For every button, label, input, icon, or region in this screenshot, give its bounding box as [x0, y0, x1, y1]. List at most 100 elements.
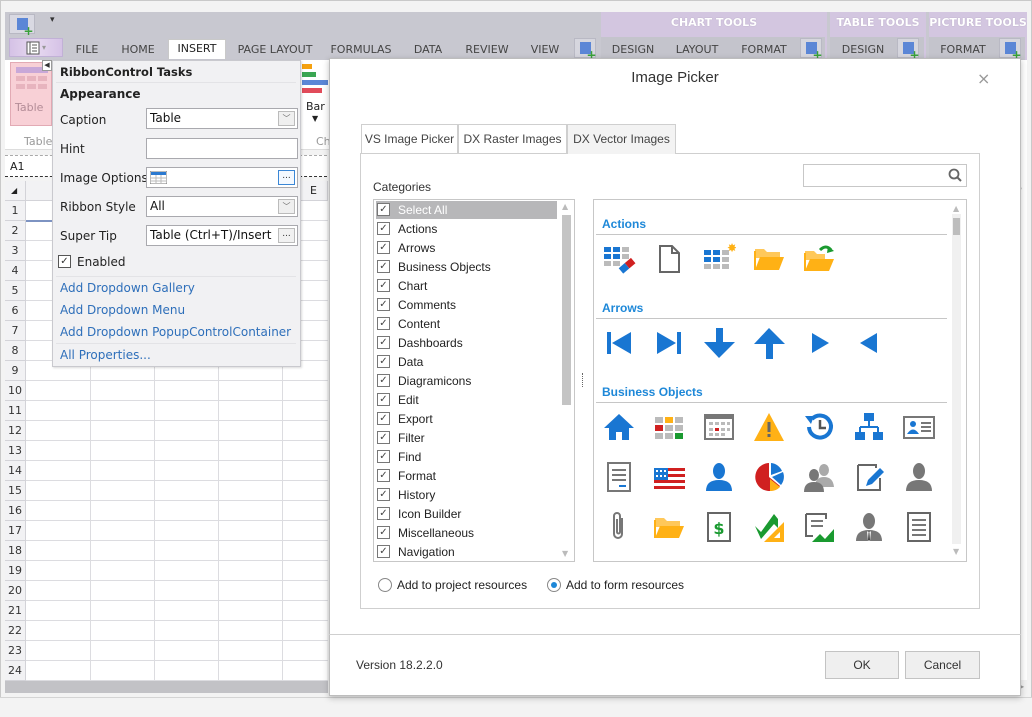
hierarchy-icon[interactable]	[852, 410, 886, 444]
tab-chart-layout[interactable]: LAYOUT	[670, 41, 724, 59]
gallery-scroll-down-arrow[interactable]: ▼	[953, 547, 959, 556]
clear-table-icon[interactable]	[602, 242, 636, 276]
row-header[interactable]: 22	[5, 621, 26, 641]
home-icon[interactable]	[602, 410, 636, 444]
report-chart-icon[interactable]	[802, 510, 836, 544]
category-checkbox[interactable]: ✓	[377, 241, 390, 254]
row-header[interactable]: 2	[5, 221, 26, 241]
user-blue-icon[interactable]	[702, 460, 736, 494]
row-header[interactable]: 9	[5, 361, 26, 381]
contact-card-icon[interactable]	[902, 410, 936, 444]
last-icon[interactable]	[652, 326, 686, 360]
tab-dx-raster-images[interactable]: DX Raster Images	[458, 124, 567, 154]
category-checkbox[interactable]: ✓	[377, 526, 390, 539]
row-header[interactable]: 7	[5, 321, 26, 341]
category-checkbox[interactable]: ✓	[377, 488, 390, 501]
caption-combobox[interactable]: Table ﹀	[146, 108, 298, 129]
add-to-form-resources-label[interactable]: Add to form resources	[566, 578, 684, 592]
row-header[interactable]: 4	[5, 261, 26, 281]
gallery-scrollbar-thumb[interactable]	[953, 218, 960, 235]
collapse-smart-tag-icon[interactable]: ◀	[42, 60, 52, 71]
document-note-icon[interactable]	[602, 460, 636, 494]
sale-chart-icon[interactable]	[752, 510, 786, 544]
calendar-icon[interactable]	[702, 410, 736, 444]
category-checkbox[interactable]: ✓	[377, 393, 390, 406]
tab-page-layout[interactable]: PAGE LAYOUT	[233, 41, 317, 59]
category-item[interactable]: ✓ Format	[376, 467, 557, 485]
tab-chart-design[interactable]: DESIGN	[606, 41, 660, 59]
category-checkbox[interactable]: ✓	[377, 279, 390, 292]
quick-access-add-page-button[interactable]	[9, 14, 35, 36]
category-item[interactable]: ✓ Data	[376, 353, 557, 371]
picture-tools-add-page-button[interactable]	[999, 38, 1022, 60]
super-tip-field[interactable]: Table (Ctrl+T)/Insert...	[146, 225, 298, 246]
cancel-button[interactable]: Cancel	[905, 651, 980, 679]
category-checkbox[interactable]: ✓	[377, 412, 390, 425]
icon-search-input[interactable]	[803, 164, 967, 187]
chevron-down-icon[interactable]: ﹀	[278, 199, 295, 214]
panel-splitter[interactable]	[582, 373, 584, 387]
scroll-down-arrow[interactable]: ▼	[562, 549, 568, 558]
attachment-icon[interactable]	[602, 510, 636, 544]
category-checkbox[interactable]: ✓	[377, 222, 390, 235]
table-tools-add-page-button[interactable]	[897, 38, 920, 60]
application-menu-button[interactable]: ▾	[9, 38, 63, 57]
open-folder-refresh-icon[interactable]	[802, 242, 836, 276]
new-table-icon[interactable]: ✸	[702, 242, 736, 276]
hint-input[interactable]	[146, 138, 298, 159]
category-item[interactable]: ✓ Chart	[376, 277, 557, 295]
category-checkbox[interactable]: ✓	[377, 507, 390, 520]
add-dropdown-gallery-link[interactable]: Add Dropdown Gallery	[60, 281, 195, 295]
tab-picture-format[interactable]: FORMAT	[934, 41, 992, 59]
tab-table-design[interactable]: DESIGN	[836, 41, 890, 59]
bar-chart-button[interactable]: Bar ▼	[300, 62, 330, 126]
close-icon[interactable]: ×	[977, 69, 990, 88]
category-item[interactable]: ✓ Comments	[376, 296, 557, 314]
row-header[interactable]: 10	[5, 381, 26, 401]
open-folder-icon[interactable]	[752, 242, 786, 276]
user-gray-icon[interactable]	[902, 460, 936, 494]
category-checkbox[interactable]: ✓	[377, 545, 390, 558]
row-header[interactable]: 12	[5, 421, 26, 441]
add-to-project-resources-radio[interactable]	[378, 578, 392, 592]
row-header[interactable]: 21	[5, 601, 26, 621]
row-header[interactable]: 14	[5, 461, 26, 481]
row-header[interactable]: 6	[5, 301, 26, 321]
row-header[interactable]: 1	[5, 201, 26, 221]
tab-formulas[interactable]: FORMULAS	[327, 41, 395, 59]
new-document-icon[interactable]	[652, 242, 686, 276]
category-checkbox[interactable]: ✓	[377, 336, 390, 349]
category-checkbox[interactable]: ✓	[377, 355, 390, 368]
categories-scrollbar-thumb[interactable]	[562, 215, 571, 405]
tab-view[interactable]: VIEW	[525, 41, 565, 59]
next-icon[interactable]	[802, 326, 836, 360]
tab-dx-vector-images[interactable]: DX Vector Images	[567, 124, 676, 154]
row-header[interactable]: 13	[5, 441, 26, 461]
row-header[interactable]: 20	[5, 581, 26, 601]
row-header[interactable]: 18	[5, 541, 26, 561]
row-header[interactable]: 23	[5, 641, 26, 661]
image-options-ellipsis-button[interactable]: ...	[278, 170, 295, 185]
tab-vs-image-picker[interactable]: VS Image Picker	[361, 124, 458, 154]
category-checkbox[interactable]: ✓	[377, 450, 390, 463]
users-icon[interactable]	[802, 460, 836, 494]
add-page-button[interactable]	[574, 38, 597, 60]
folder-icon[interactable]	[652, 510, 686, 544]
category-checkbox[interactable]: ✓	[377, 298, 390, 311]
tab-data[interactable]: DATA	[406, 41, 450, 59]
search-icon[interactable]	[948, 168, 962, 182]
row-header[interactable]: 8	[5, 341, 26, 361]
category-item[interactable]: ✓ Actions	[376, 220, 557, 238]
insert-table-button[interactable]: Table	[10, 62, 52, 126]
category-item[interactable]: ✓ Filter	[376, 429, 557, 447]
category-checkbox[interactable]: ✓	[377, 374, 390, 387]
gallery-scroll-up-arrow[interactable]: ▲	[953, 204, 959, 213]
category-checkbox[interactable]: ✓	[377, 203, 390, 216]
scroll-up-arrow[interactable]: ▲	[562, 202, 568, 211]
add-dropdown-menu-link[interactable]: Add Dropdown Menu	[60, 303, 185, 317]
gallery-scrollbar-track[interactable]	[952, 214, 961, 544]
select-all-corner[interactable]: ◢	[5, 181, 26, 201]
dollar-document-icon[interactable]: $	[702, 510, 736, 544]
row-header[interactable]: 3	[5, 241, 26, 261]
row-header[interactable]: 5	[5, 281, 26, 301]
